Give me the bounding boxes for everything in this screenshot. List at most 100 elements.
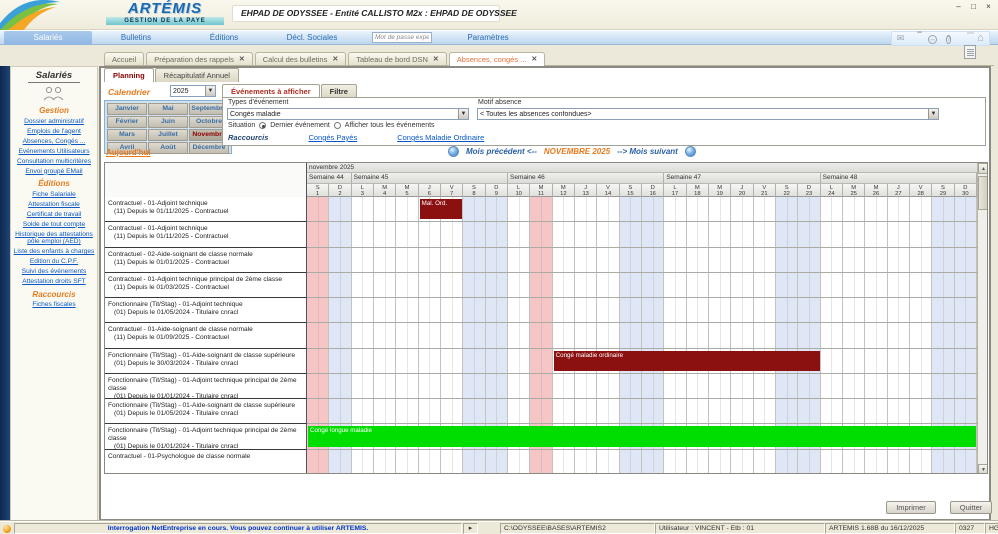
day-number: 21 (754, 191, 775, 197)
week-header-semaine-45: Semaine 45 (352, 173, 508, 184)
radio-afficher-tous-les-evenements[interactable] (334, 122, 341, 129)
employee-contract: Fonctionnaire (Tit/Stag) - 01-Aide-soign… (108, 402, 306, 410)
sidebar-item-liste-des-enfants-a-charges[interactable]: Liste des enfants à charges (13, 248, 95, 256)
status-arrow[interactable]: ▸ (463, 523, 478, 534)
home-icon[interactable]: ⌂ (974, 33, 987, 44)
employee-contract: Contractuel - 01-Adjoint technique princ… (108, 276, 306, 284)
planning-row-label[interactable]: Fonctionnaire (Tit/Stag) - 01-Aide-soign… (105, 399, 307, 424)
planning-row-label[interactable]: Contractuel - 01-Psychologue de classe n… (105, 450, 307, 474)
month-button-juillet[interactable]: Juillet (148, 129, 188, 141)
today-link[interactable]: Aujourd'hui (106, 148, 151, 157)
tab-accueil[interactable]: Accueil (104, 52, 144, 65)
motif-select[interactable]: < Toutes les absences confondues> ▼ (477, 108, 939, 120)
close-icon[interactable]: ✕ (239, 55, 245, 64)
scrollbar-thumb[interactable] (978, 176, 988, 210)
sidebar-item-certificat-de-travail[interactable]: Certificat de travail (13, 211, 95, 219)
help-icon[interactable]: ? (942, 33, 955, 44)
tab-absences-conges[interactable]: Absences, congés ...✕ (449, 52, 546, 66)
status-user: Utilisateur : VINCENT - Etb : 01 (655, 523, 825, 534)
day-header-20: J20 (731, 184, 753, 197)
sidebar-item-attestation-fiscale[interactable]: Attestation fiscale (13, 201, 95, 209)
planning-row-label[interactable]: Fonctionnaire (Tit/Stag) - 01-Adjoint te… (105, 298, 307, 323)
sidebar-item-envoi-groupe-email[interactable]: Envoi groupé EMail (13, 168, 95, 176)
planning-row-label[interactable]: Contractuel - 01-Adjoint technique princ… (105, 273, 307, 298)
month-button-janvier[interactable]: Janvier (107, 103, 147, 115)
sidebar-item-historique-des-attestations-pole-emploi-aed[interactable]: Historique des attestations pôle emploi … (13, 231, 95, 246)
sidebar-item-fiche-salariale[interactable]: Fiche Salariale (13, 191, 95, 199)
tab-planning[interactable]: Planning (104, 68, 154, 82)
sidebar-item-absences-conges[interactable]: Absences, Congés ... (13, 138, 95, 146)
event-bar-conge-longue-maladie[interactable]: Congé longue maladie (308, 426, 976, 446)
folder-icon[interactable] (910, 33, 923, 44)
sidebar-item-attestation-droits-sft[interactable]: Attestation droits SFT (13, 278, 95, 286)
tab-calcul-des-bulletins[interactable]: Calcul des bulletins✕ (255, 52, 347, 65)
scroll-down-icon[interactable]: ▼ (978, 464, 988, 474)
month-button-juin[interactable]: Juin (148, 116, 188, 128)
document-icon[interactable] (964, 45, 976, 59)
sidebar-item-fiches-fiscales[interactable]: Fiches fiscales (13, 301, 95, 309)
close-icon[interactable]: ✕ (332, 55, 338, 64)
event-bar-mal-ord[interactable]: Mal. Ord. (420, 199, 463, 219)
month-button-mai[interactable]: Mai (148, 103, 188, 115)
sidebar-item-suivi-des-evenements[interactable]: Suivi des événements (13, 268, 95, 276)
print-button[interactable]: Imprimer (886, 501, 936, 514)
maximize-button[interactable]: □ (968, 2, 979, 12)
chevron-down-icon[interactable]: ▼ (928, 109, 938, 119)
tab-label: Accueil (112, 55, 136, 64)
sidebar-item-consultation-multicriteres[interactable]: Consultation multicritères (13, 158, 95, 166)
password-input[interactable] (372, 32, 432, 43)
next-month-link[interactable]: --> Mois suivant (617, 147, 678, 156)
day-number: 24 (821, 191, 842, 197)
day-number: 19 (709, 191, 730, 197)
month-button-mars[interactable]: Mars (107, 129, 147, 141)
menu-item-editions[interactable]: Éditions (180, 31, 268, 45)
chevron-down-icon[interactable]: ▼ (205, 86, 215, 96)
radio-dernier-evenement[interactable] (259, 122, 266, 129)
shortcut-conges-maladie-ordinaire[interactable]: Congés Maladie Ordinaire (397, 133, 484, 142)
day-number: 28 (910, 191, 931, 197)
sidebar-item-dossier-administratif[interactable]: Dossier administratif (13, 118, 95, 126)
year-select[interactable]: 2025 ▼ (170, 85, 216, 97)
menu-item-decl-sociales[interactable]: Décl. Sociales (268, 31, 356, 45)
planning-row-label[interactable]: Fonctionnaire (Tit/Stag) - 01-Adjoint te… (105, 424, 307, 449)
close-icon[interactable]: ✕ (531, 55, 537, 64)
planning-row-label[interactable]: Contractuel - 02-Aide-soignant de classe… (105, 248, 307, 273)
menu-item-parametres[interactable]: Paramètres (444, 31, 532, 45)
minimize-button[interactable]: – (953, 2, 964, 12)
tab-filtre[interactable]: Filtre (321, 84, 357, 98)
close-icon[interactable]: ✕ (433, 55, 439, 64)
planning-row-label[interactable]: Contractuel - 01-Adjoint technique(11) D… (105, 197, 307, 222)
printer-icon[interactable] (958, 33, 971, 44)
day-number: 1 (307, 191, 328, 197)
globe-icon[interactable] (685, 146, 696, 157)
quit-button[interactable]: Quitter (950, 501, 992, 514)
vertical-scrollbar[interactable]: ▲ ▼ (977, 163, 988, 474)
shortcut-conges-payes[interactable]: Congés Payés (308, 133, 357, 142)
sidebar-item-edition-du-c-p-f[interactable]: Edition du C.P.F. (13, 258, 95, 266)
tab-recapitulatif-annuel[interactable]: Récapitulatif Annuel (155, 68, 239, 82)
menu-item-salaries[interactable]: Salariés (4, 31, 92, 45)
chevron-down-icon[interactable]: ▼ (458, 109, 468, 119)
scroll-up-icon[interactable]: ▲ (978, 163, 988, 174)
sidebar-item-emplois-de-l-agent[interactable]: Emplois de l'agent (13, 128, 95, 136)
prev-month-link[interactable]: Mois précédent <-- (466, 147, 537, 156)
tab-evenements-a-afficher[interactable]: Événements à afficher (222, 84, 320, 98)
mail-icon[interactable]: ✉ (894, 33, 907, 44)
month-button-fevrier[interactable]: Février (107, 116, 147, 128)
tab-tableau-de-bord-dsn[interactable]: Tableau de bord DSN✕ (348, 52, 447, 65)
motif-value: < Toutes les absences confondues> (478, 111, 928, 118)
month-button-aout[interactable]: Août (148, 142, 188, 154)
planning-row-label[interactable]: Fonctionnaire (Tit/Stag) - 01-Aide-soign… (105, 349, 307, 374)
globe-icon[interactable] (448, 146, 459, 157)
tab-preparation-des-rappels[interactable]: Préparation des rappels✕ (146, 52, 253, 65)
planning-row-label[interactable]: Contractuel - 01-Adjoint technique(11) D… (105, 222, 307, 247)
planning-row-label[interactable]: Contractuel - 01-Aide-soignant de classe… (105, 323, 307, 348)
event-bar-conge-maladie-ordinaire[interactable]: Congé maladie ordinaire (554, 351, 820, 371)
planning-row-label[interactable]: Fonctionnaire (Tit/Stag) - 01-Adjoint te… (105, 374, 307, 399)
close-button[interactable]: × (983, 2, 994, 12)
menu-item-bulletins[interactable]: Bulletins (92, 31, 180, 45)
event-type-select[interactable]: Congés maladie ▼ (227, 108, 469, 120)
sidebar-item-evenements-utilisateurs[interactable]: Evénements Utilisateurs (13, 148, 95, 156)
transfer-arrows-icon[interactable]: ↔ (926, 33, 939, 44)
sidebar-item-solde-de-tout-compte[interactable]: Solde de tout compte (13, 221, 95, 229)
